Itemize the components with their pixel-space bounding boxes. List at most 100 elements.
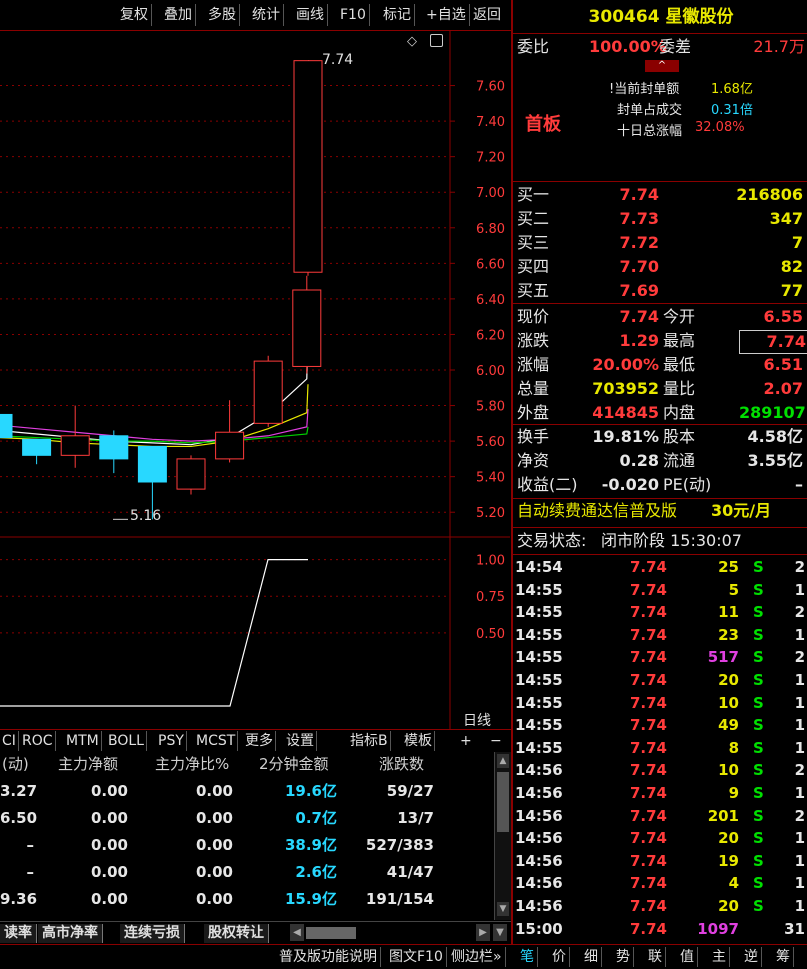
candle-body[interactable] [253,360,283,424]
back-button[interactable]: 返回 [470,4,504,26]
candle-body[interactable] [137,445,167,483]
kline-chart[interactable]: 7.60 7.40 7.20 7.00 6.80 6.60 6.40 6.20 6.00 5.80… [0,30,510,735]
tick-price: 7.74 [629,558,667,576]
panel-tab[interactable]: 筹 [773,947,794,967]
tick-volume: 10 [718,693,739,712]
weibi-label: 委比 [517,37,550,56]
tab-indicator-b[interactable]: 指标B [348,731,391,751]
bid-price[interactable]: 7.74 [573,184,659,206]
tab-ci[interactable]: CI [0,731,19,751]
f10-text-button[interactable]: 图文F10 [386,947,447,967]
ad-text[interactable]: 自动续费通达信普及版 [517,500,677,522]
sidebar-toggle[interactable]: 侧边栏» [448,947,506,967]
scroll-thumb[interactable] [497,772,509,832]
quote-value: 1.29 [619,331,659,350]
mark-button[interactable]: 标记 [380,4,415,26]
panel-tab[interactable]: 逆 [741,947,762,967]
bid-price[interactable]: 7.70 [573,256,659,278]
tick-time: 14:55 [515,693,563,712]
diamond-icon[interactable]: ◇ [407,34,417,49]
tab-scroll-right-icon[interactable]: ▶ [476,924,490,941]
col-header[interactable]: 涨跌数 [379,752,424,776]
bid-price[interactable]: 7.73 [573,208,659,230]
candle-body[interactable] [293,60,323,273]
tab-scroll-left-icon[interactable]: ◀ [290,924,304,941]
tick-count: 1 [794,897,805,915]
tab-category[interactable]: 高市净率 [38,924,103,943]
candle-body[interactable] [215,431,245,460]
f10-button[interactable]: F10 [337,4,370,26]
period-label[interactable]: 日线 [463,710,491,730]
tick-side: S [753,761,764,780]
bid-volume: 216806 [736,185,803,204]
tab-settings[interactable]: 设置 [284,731,317,751]
candle-body[interactable] [292,289,322,367]
tab-mcst[interactable]: MCST [194,731,239,751]
tab-template[interactable]: 模板 [402,731,435,751]
expand-icon[interactable]: ^ [645,60,679,72]
candle-body[interactable] [22,438,52,456]
table-cell: 0.7亿 [295,809,337,827]
table-cell: 9.36 [0,890,38,908]
tab-psy[interactable]: PSY [156,731,187,751]
col-header[interactable]: 主力净比% [155,752,229,776]
tick-price: 7.74 [629,874,667,893]
panel-tab[interactable]: 价 [549,947,570,967]
panel-tab[interactable]: 细 [581,947,602,967]
draw-line-button[interactable]: 画线 [293,4,328,26]
zoom-in-button[interactable]: + [458,731,474,751]
tick-count: 1 [794,625,805,644]
tab-category[interactable]: 股权转让 [204,924,269,943]
tab-collapse-icon[interactable]: ▼ [493,924,507,941]
candle-body[interactable] [0,413,13,439]
panel-tab[interactable]: 笔 [517,947,538,967]
col-header[interactable]: 主力净额 [58,752,118,776]
candle-body[interactable] [99,435,129,460]
stats-button[interactable]: 统计 [249,4,284,26]
panel-tab[interactable]: 联 [645,947,666,967]
tick-count: 1 [794,693,805,712]
multi-stock-button[interactable]: 多股 [205,4,240,26]
ad-price[interactable]: 30元/月 [711,500,771,522]
candle-body[interactable] [176,458,206,490]
col-header[interactable]: (动) [2,752,29,776]
panel-tab[interactable]: 主 [709,947,730,967]
fengban-line3-value: 32.08% [695,120,745,135]
fuquan-button[interactable]: 复权 [117,4,152,26]
help-link[interactable]: 普及版功能说明 [276,947,381,967]
tab-roc[interactable]: ROC [20,731,56,751]
scroll-up-icon[interactable]: ▲ [497,754,509,768]
tab-more[interactable]: 更多 [243,731,276,751]
table-cell: – [26,863,35,881]
tab-boll[interactable]: BOLL [106,731,147,751]
window-icon[interactable] [430,34,443,47]
tick-volume: 11 [718,603,739,622]
panel-tab[interactable]: 势 [613,947,634,967]
table-cell: 19.6亿 [284,782,337,800]
col-header[interactable]: 2分钟金额 [259,752,329,776]
tick-price: 7.74 [629,648,667,667]
add-watchlist-button[interactable]: +自选 [423,4,470,26]
tick-price: 7.74 [629,897,667,915]
bid-price[interactable]: 7.69 [573,280,659,302]
zoom-out-button[interactable]: − [488,731,504,751]
fengban-line2-value: 0.31倍 [711,103,753,118]
candle-body[interactable] [60,435,90,456]
tick-side: S [753,693,764,712]
tab-scroll-thumb[interactable] [306,927,356,939]
bid-label: 买五 [517,281,550,300]
tick-side: S [753,625,764,644]
scroll-down-icon[interactable]: ▼ [497,902,509,916]
tab-mtm[interactable]: MTM [64,731,102,751]
tick-side: S [753,738,764,757]
panel-tab[interactable]: 值 [677,947,698,967]
tab-category[interactable]: 连续亏损 [120,924,185,943]
table-cell: 0.00 [195,782,233,800]
tab-category[interactable]: 读率 [0,924,37,943]
tick-time: 14:54 [515,558,563,576]
tick-price: 7.74 [629,716,667,735]
table-scrollbar[interactable]: ▲ ▼ [494,752,511,920]
overlay-button[interactable]: 叠加 [161,4,196,26]
bid-price[interactable]: 7.72 [573,232,659,254]
bid-volume: 82 [780,257,803,276]
